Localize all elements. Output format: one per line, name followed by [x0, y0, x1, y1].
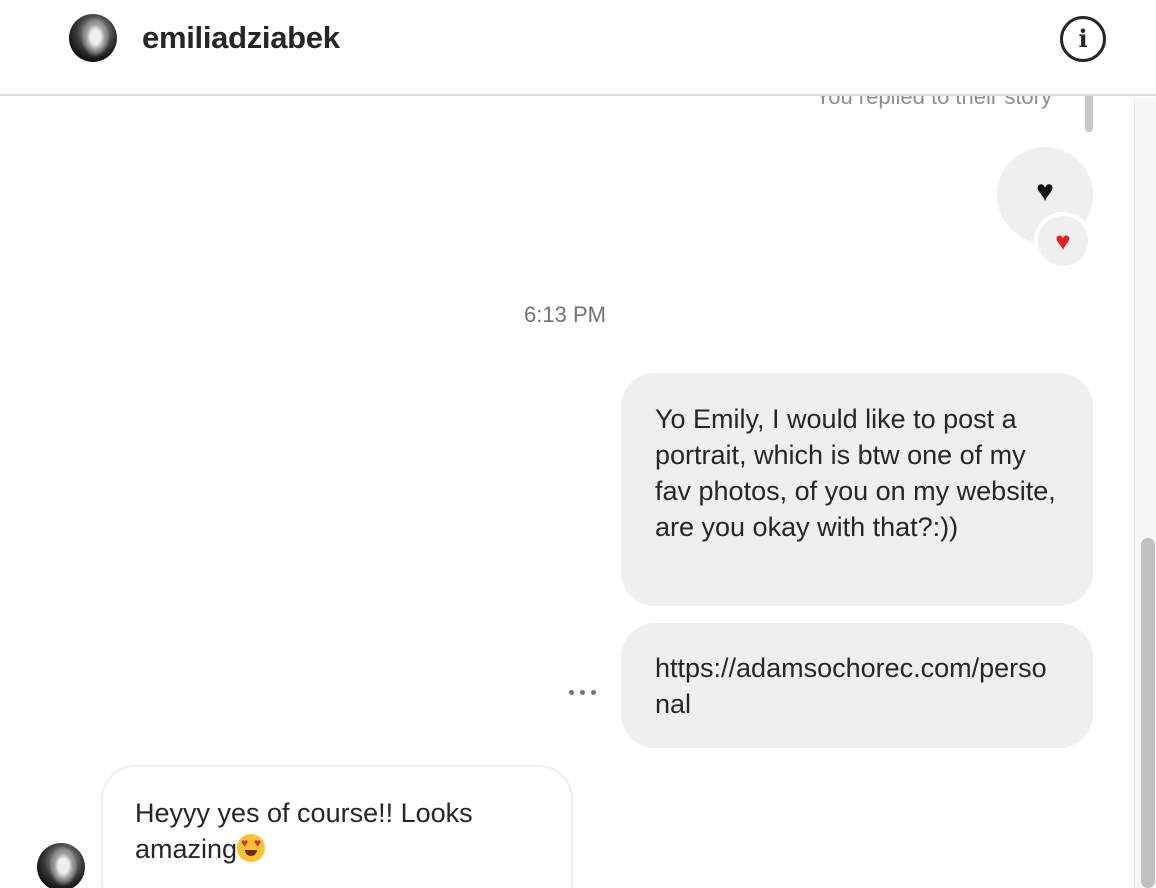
outgoing-message[interactable]: Yo Emily, I would like to post a portrai… — [621, 373, 1093, 606]
dm-thread-page: emiliadziabek i You replied to their sto… — [0, 0, 1156, 888]
sender-avatar[interactable] — [37, 843, 85, 888]
more-options-icon[interactable] — [562, 680, 602, 704]
outgoing-link-message[interactable]: https://adamsochorec.com/personal — [621, 623, 1093, 748]
black-heart-icon: ♥ — [1036, 175, 1054, 208]
scrollbar-thumb[interactable] — [1141, 538, 1155, 888]
message-timestamp: 6:13 PM — [524, 302, 606, 327]
thread-header: emiliadziabek i — [0, 0, 1156, 96]
profile-avatar[interactable] — [69, 14, 117, 62]
heart-eyes-emoji-icon — [237, 834, 266, 862]
info-glyph: i — [1078, 24, 1088, 53]
incoming-message-text: Heyyy yes of course!! Looks amazing — [135, 798, 473, 864]
incoming-message[interactable]: Heyyy yes of course!! Looks amazing — [101, 765, 573, 888]
header-username[interactable]: emiliadziabek — [142, 20, 340, 56]
reaction-badge[interactable]: ♥ — [1034, 212, 1092, 270]
inner-scrollbar[interactable] — [1085, 90, 1093, 132]
info-icon[interactable]: i — [1060, 16, 1106, 62]
red-heart-icon: ♥ — [1055, 226, 1071, 256]
